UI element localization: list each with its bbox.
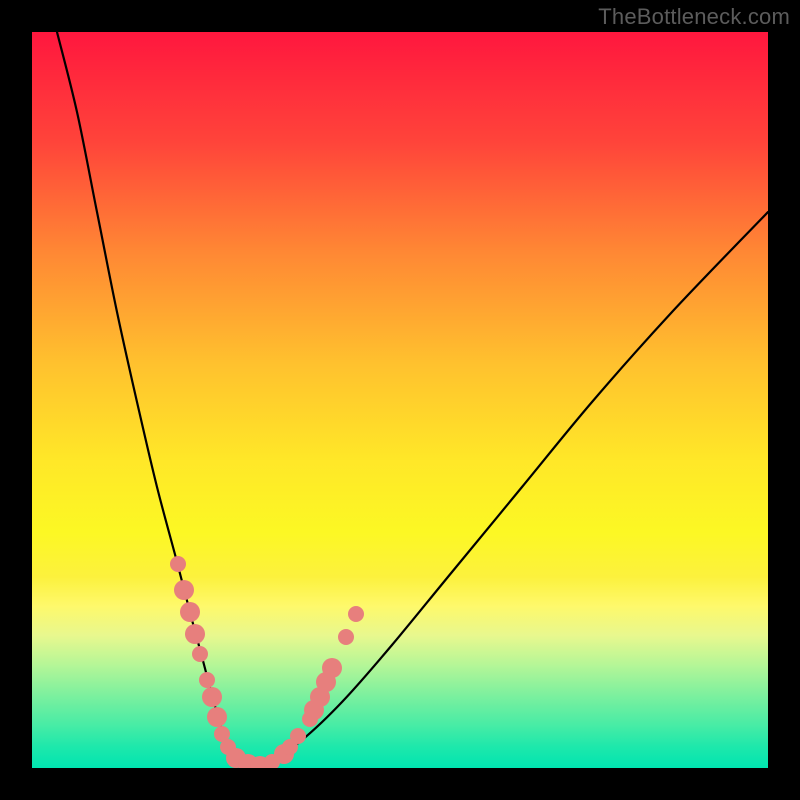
chart-container: TheBottleneck.com <box>0 0 800 800</box>
highlight-dot <box>202 687 222 707</box>
highlight-dot <box>322 658 342 678</box>
highlight-dot <box>199 672 215 688</box>
chart-svg <box>32 32 768 768</box>
highlight-dot <box>170 556 186 572</box>
highlight-dot <box>174 580 194 600</box>
highlight-dot <box>338 629 354 645</box>
highlight-dot <box>290 728 306 744</box>
highlight-dot <box>207 707 227 727</box>
highlight-dot <box>192 646 208 662</box>
bottleneck-curve <box>57 32 768 767</box>
highlight-dots-group <box>170 556 364 768</box>
plot-area <box>32 32 768 768</box>
highlight-dot <box>185 624 205 644</box>
watermark-text: TheBottleneck.com <box>598 4 790 30</box>
highlight-dot <box>348 606 364 622</box>
highlight-dot <box>180 602 200 622</box>
